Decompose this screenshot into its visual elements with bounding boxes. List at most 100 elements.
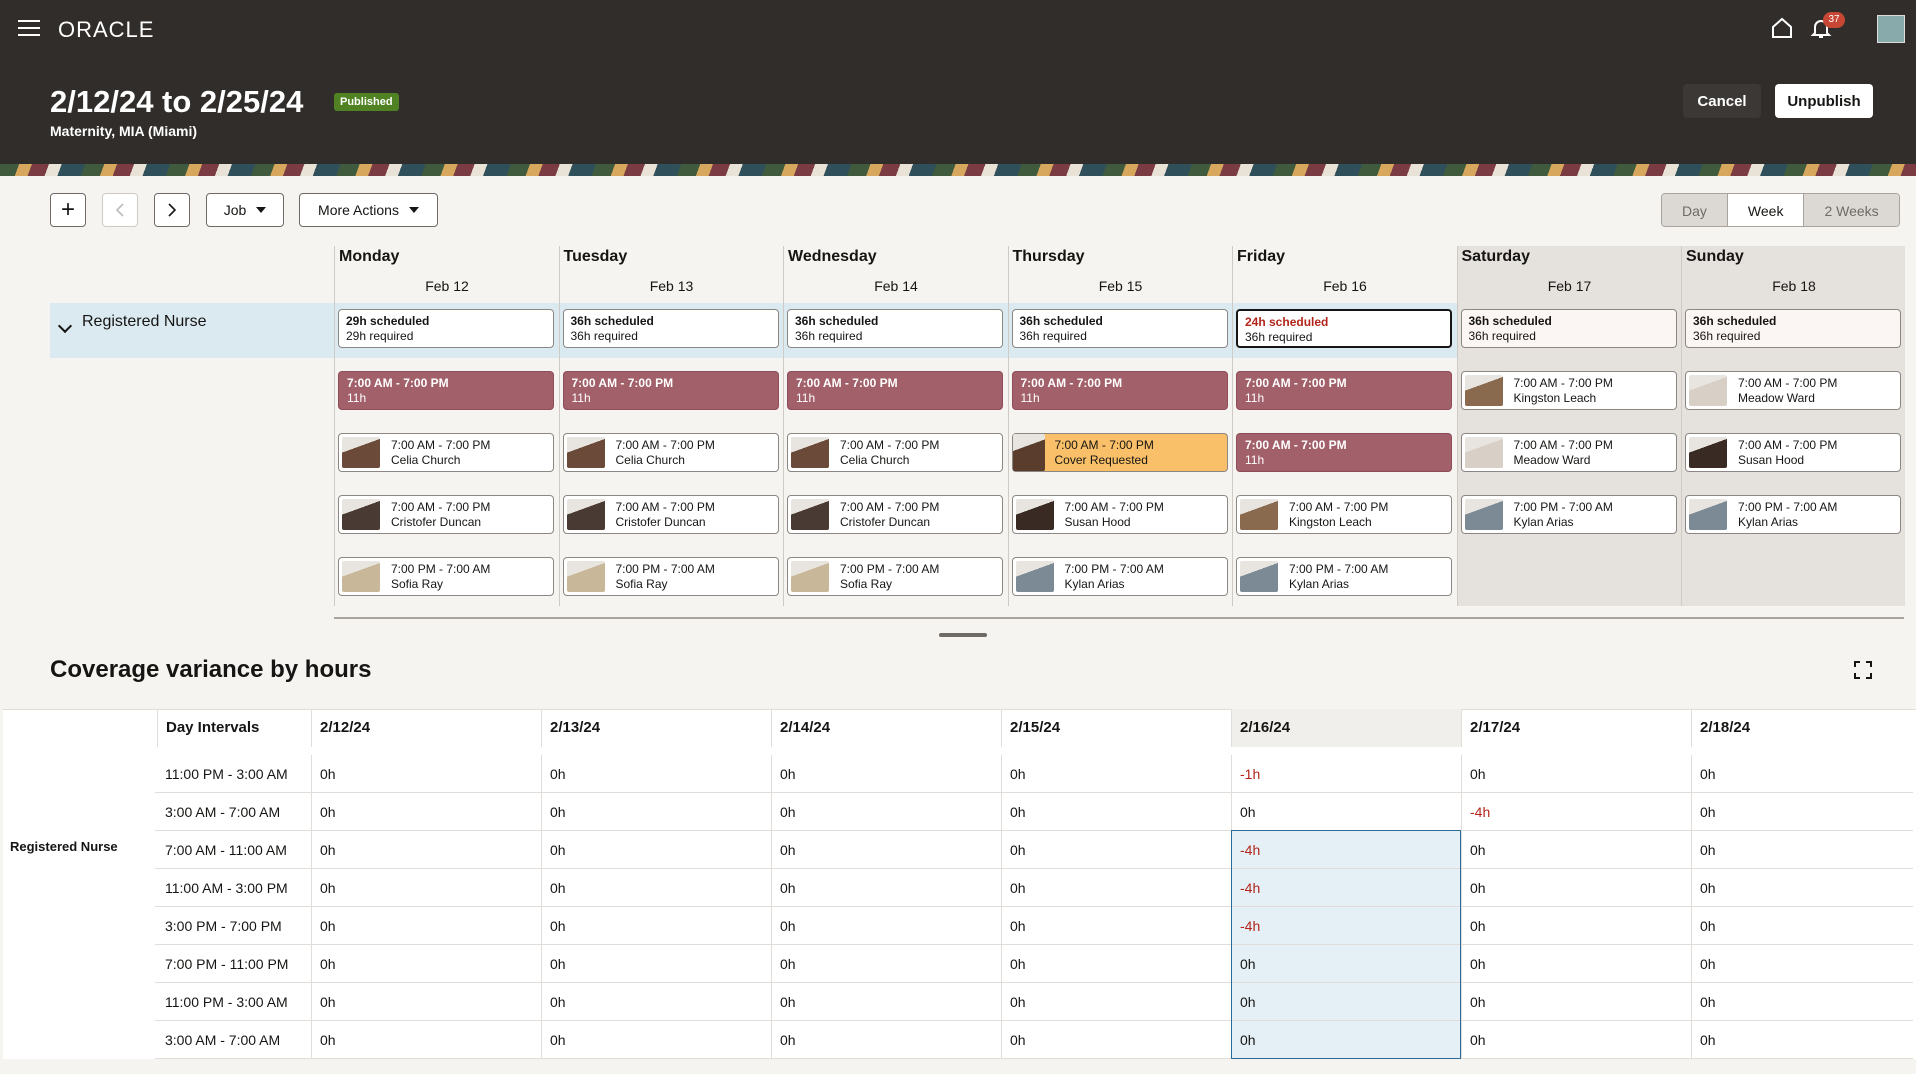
open-shift[interactable]: 7:00 AM - 7:00 PM 11h xyxy=(1236,433,1452,472)
day-summary[interactable]: 29h scheduled 29h required xyxy=(338,309,554,348)
coverage-value[interactable]: 0h xyxy=(541,869,771,907)
coverage-value[interactable]: 0h xyxy=(1691,793,1913,831)
coverage-value[interactable]: 0h xyxy=(771,907,1001,945)
assigned-shift[interactable]: 7:00 PM - 7:00 AM Kylan Arias xyxy=(1685,495,1901,534)
coverage-value[interactable]: 0h xyxy=(1001,793,1231,831)
assigned-shift[interactable]: 7:00 AM - 7:00 PM Celia Church xyxy=(787,433,1003,472)
assigned-shift[interactable]: 7:00 PM - 7:00 AM Sofia Ray xyxy=(787,557,1003,596)
coverage-value[interactable]: 0h xyxy=(1001,983,1231,1021)
coverage-value[interactable]: 0h xyxy=(1691,1021,1913,1059)
day-summary[interactable]: 36h scheduled 36h required xyxy=(1011,309,1228,348)
coverage-value[interactable]: 0h xyxy=(1691,983,1913,1021)
next-button[interactable] xyxy=(154,193,190,227)
cancel-button[interactable]: Cancel xyxy=(1683,84,1761,118)
coverage-value[interactable]: 0h xyxy=(1461,869,1691,907)
coverage-value[interactable]: 0h xyxy=(771,1021,1001,1059)
assigned-shift[interactable]: 7:00 AM - 7:00 PM Kingston Leach xyxy=(1460,371,1677,410)
assigned-shift[interactable]: 7:00 AM - 7:00 PM Kingston Leach xyxy=(1236,495,1452,534)
coverage-value[interactable]: -4h xyxy=(1231,869,1461,907)
coverage-value[interactable]: 0h xyxy=(541,945,771,983)
coverage-value[interactable]: 0h xyxy=(541,755,771,793)
coverage-value[interactable]: 0h xyxy=(1461,755,1691,793)
expand-icon[interactable] xyxy=(1854,661,1872,679)
assigned-shift[interactable]: 7:00 PM - 7:00 AM Kylan Arias xyxy=(1011,557,1228,596)
coverage-value[interactable]: 0h xyxy=(1461,983,1691,1021)
more-actions-dropdown[interactable]: More Actions xyxy=(299,193,438,227)
coverage-value[interactable]: 0h xyxy=(1231,983,1461,1021)
coverage-value[interactable]: 0h xyxy=(1001,1021,1231,1059)
assigned-shift[interactable]: 7:00 PM - 7:00 AM Kylan Arias xyxy=(1460,495,1677,534)
hamburger-menu-icon[interactable] xyxy=(18,20,40,38)
coverage-value[interactable]: 0h xyxy=(771,869,1001,907)
coverage-value[interactable]: 0h xyxy=(311,831,541,869)
assigned-shift[interactable]: 7:00 AM - 7:00 PM Susan Hood xyxy=(1011,495,1228,534)
assigned-shift[interactable]: 7:00 AM - 7:00 PM Celia Church xyxy=(562,433,779,472)
view-week-button[interactable]: Week xyxy=(1727,194,1805,226)
coverage-value[interactable]: 0h xyxy=(771,831,1001,869)
assigned-shift[interactable]: 7:00 AM - 7:00 PM Meadow Ward xyxy=(1460,433,1677,472)
coverage-value[interactable]: 0h xyxy=(311,983,541,1021)
view-2-weeks-button[interactable]: 2 Weeks xyxy=(1804,194,1899,226)
coverage-value[interactable]: 0h xyxy=(311,1021,541,1059)
assigned-shift[interactable]: 7:00 PM - 7:00 AM Sofia Ray xyxy=(562,557,779,596)
open-shift[interactable]: 7:00 AM - 7:00 PM 11h xyxy=(1236,371,1452,410)
cover-requested-shift[interactable]: 7:00 AM - 7:00 PM Cover Requested xyxy=(1011,433,1228,472)
coverage-value[interactable]: 0h xyxy=(1691,907,1913,945)
day-summary[interactable]: 36h scheduled 36h required xyxy=(562,309,779,348)
coverage-value[interactable]: 0h xyxy=(1231,793,1461,831)
resize-handle[interactable] xyxy=(939,633,987,637)
assigned-shift[interactable]: 7:00 AM - 7:00 PM Cristofer Duncan xyxy=(338,495,554,534)
view-day-button[interactable]: Day xyxy=(1662,194,1728,226)
unpublish-button[interactable]: Unpublish xyxy=(1775,84,1873,118)
coverage-value[interactable]: -4h xyxy=(1231,907,1461,945)
open-shift[interactable]: 7:00 AM - 7:00 PM 11h xyxy=(338,371,554,410)
coverage-value[interactable]: 0h xyxy=(311,755,541,793)
assigned-shift[interactable]: 7:00 AM - 7:00 PM Meadow Ward xyxy=(1685,371,1901,410)
open-shift[interactable]: 7:00 AM - 7:00 PM 11h xyxy=(562,371,779,410)
chevron-down-icon[interactable] xyxy=(57,318,73,334)
day-summary[interactable]: 36h scheduled 36h required xyxy=(1460,309,1677,348)
day-summary[interactable]: 36h scheduled 36h required xyxy=(1685,309,1901,348)
assigned-shift[interactable]: 7:00 AM - 7:00 PM Celia Church xyxy=(338,433,554,472)
coverage-value[interactable]: -4h xyxy=(1231,831,1461,869)
coverage-value[interactable]: 0h xyxy=(771,983,1001,1021)
coverage-value[interactable]: 0h xyxy=(1461,831,1691,869)
user-avatar[interactable] xyxy=(1877,15,1905,43)
add-button[interactable]: + xyxy=(50,193,86,227)
coverage-value[interactable]: 0h xyxy=(1461,907,1691,945)
coverage-value[interactable]: 0h xyxy=(311,869,541,907)
previous-button[interactable] xyxy=(102,193,138,227)
day-summary[interactable]: 36h scheduled 36h required xyxy=(787,309,1003,348)
assigned-shift[interactable]: 7:00 AM - 7:00 PM Cristofer Duncan xyxy=(787,495,1003,534)
coverage-value[interactable]: 0h xyxy=(1001,831,1231,869)
coverage-value[interactable]: -1h xyxy=(1231,755,1461,793)
coverage-value[interactable]: 0h xyxy=(1691,869,1913,907)
assigned-shift[interactable]: 7:00 AM - 7:00 PM Cristofer Duncan xyxy=(562,495,779,534)
coverage-value[interactable]: 0h xyxy=(771,755,1001,793)
coverage-value[interactable]: 0h xyxy=(1461,945,1691,983)
coverage-value[interactable]: 0h xyxy=(1001,869,1231,907)
coverage-value[interactable]: 0h xyxy=(1461,1021,1691,1059)
assigned-shift[interactable]: 7:00 AM - 7:00 PM Susan Hood xyxy=(1685,433,1901,472)
coverage-value[interactable]: 0h xyxy=(1001,755,1231,793)
coverage-value[interactable]: 0h xyxy=(541,793,771,831)
coverage-value[interactable]: 0h xyxy=(771,793,1001,831)
coverage-value[interactable]: 0h xyxy=(1231,1021,1461,1059)
open-shift[interactable]: 7:00 AM - 7:00 PM 11h xyxy=(1011,371,1228,410)
coverage-value[interactable]: 0h xyxy=(1691,831,1913,869)
coverage-value[interactable]: 0h xyxy=(1001,945,1231,983)
coverage-value[interactable]: 0h xyxy=(541,1021,771,1059)
coverage-value[interactable]: 0h xyxy=(311,793,541,831)
coverage-value[interactable]: 0h xyxy=(1001,907,1231,945)
home-icon[interactable] xyxy=(1770,16,1794,40)
coverage-value[interactable]: 0h xyxy=(541,983,771,1021)
coverage-value[interactable]: 0h xyxy=(771,945,1001,983)
coverage-value[interactable]: 0h xyxy=(1691,755,1913,793)
coverage-value[interactable]: 0h xyxy=(541,831,771,869)
assigned-shift[interactable]: 7:00 PM - 7:00 AM Kylan Arias xyxy=(1236,557,1452,596)
assigned-shift[interactable]: 7:00 PM - 7:00 AM Sofia Ray xyxy=(338,557,554,596)
coverage-value[interactable]: 0h xyxy=(311,945,541,983)
coverage-value[interactable]: 0h xyxy=(311,907,541,945)
coverage-value[interactable]: 0h xyxy=(1691,945,1913,983)
coverage-value[interactable]: 0h xyxy=(541,907,771,945)
